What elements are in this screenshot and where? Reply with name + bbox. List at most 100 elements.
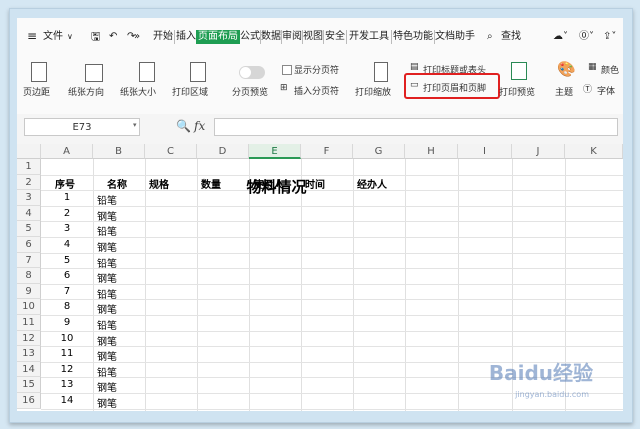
header-footer-icon[interactable]: ▭ [410,80,419,90]
header-cell[interactable]: 名称 [107,176,127,191]
column-header-h[interactable]: H [405,144,458,159]
column-header-j[interactable]: J [512,144,565,159]
cloud-sync-icon[interactable]: ☁˅ [553,30,568,44]
serial-cell[interactable]: 3 [41,223,93,234]
serial-cell[interactable]: 1 [41,192,93,203]
serial-cell[interactable]: 10 [41,333,93,344]
name-cell[interactable]: 钢笔 [97,270,117,285]
page-break-preview-button[interactable]: 分页预览 [232,85,268,98]
name-cell[interactable]: 铅笔 [97,317,117,332]
row-header[interactable]: 3 [17,190,41,206]
print-preview-icon[interactable] [511,62,527,80]
colors-icon[interactable]: ▦ [588,62,597,72]
formula-input[interactable] [214,118,618,136]
select-all-corner[interactable] [17,144,41,159]
serial-cell[interactable]: 7 [41,286,93,297]
row-header[interactable]: 4 [17,205,41,222]
tab-data[interactable]: 数据 [261,30,281,44]
name-cell[interactable]: 铅笔 [97,255,117,270]
tab-formulas[interactable]: 公式 [240,30,260,44]
header-footer-button[interactable]: 打印页眉和页脚 [423,81,486,94]
serial-cell[interactable]: 9 [41,317,93,328]
header-cell[interactable]: 时间 [305,176,325,191]
row-header[interactable]: 11 [17,315,41,331]
search-icon[interactable]: ⌕ [487,30,493,44]
serial-cell[interactable]: 11 [41,348,93,359]
name-cell[interactable]: 钢笔 [97,395,117,410]
column-header-e[interactable]: E [249,144,301,159]
paper-size-icon[interactable] [139,62,155,82]
tab-home[interactable]: 开始 [153,30,173,44]
tab-view[interactable]: 视图 [303,30,323,44]
name-cell[interactable]: 钢笔 [97,239,117,254]
row-header[interactable]: 15 [17,377,41,393]
tab-page-layout[interactable]: 页面布局 [196,30,240,44]
row-header[interactable]: 14 [17,361,41,378]
more-icon[interactable]: » [134,30,140,44]
row-header[interactable]: 8 [17,268,41,284]
column-header-g[interactable]: G [353,144,405,159]
row-header[interactable]: 13 [17,346,41,362]
header-cell[interactable]: 数量 [201,176,221,191]
zoom-icon[interactable]: 🔍 [176,119,191,133]
theme-button[interactable]: 主题 [555,85,573,98]
colors-button[interactable]: 颜色 [601,63,619,76]
row-header[interactable]: 12 [17,330,41,347]
tab-insert[interactable]: 插入 [176,30,196,44]
print-scale-icon[interactable] [374,62,388,82]
column-header-b[interactable]: B [93,144,145,159]
row-header[interactable]: 16 [17,393,41,409]
row-header[interactable]: 6 [17,237,41,253]
serial-cell[interactable]: 14 [41,395,93,406]
margins-icon[interactable] [31,62,47,82]
tab-developer[interactable]: 开发工具 [349,30,389,44]
chevron-down-icon[interactable]: ∨ [67,30,73,44]
serial-cell[interactable]: 6 [41,270,93,281]
row-header[interactable]: 9 [17,283,41,300]
page-break-toggle[interactable] [239,66,265,79]
share-icon[interactable]: ⇪˅ [603,30,616,44]
column-header-d[interactable]: D [197,144,249,159]
name-cell[interactable]: 铅笔 [97,286,117,301]
help-icon[interactable]: ⓪˅ [579,30,594,44]
insert-page-break-button[interactable]: 插入分页符 [294,84,339,97]
tab-review[interactable]: 审阅 [282,30,302,44]
serial-cell[interactable]: 12 [41,364,93,375]
tab-special-features[interactable]: 特色功能 [393,30,433,44]
search-button[interactable]: 查找 [501,30,521,44]
tab-security[interactable]: 安全 [325,30,345,44]
paper-size-button[interactable]: 纸张大小 [120,85,156,98]
name-box-chevron-icon[interactable]: ▾ [133,121,137,129]
palette-icon[interactable]: 🎨 [557,60,576,78]
serial-cell[interactable]: 5 [41,255,93,266]
print-area-button[interactable]: 打印区域 [172,85,208,98]
function-icon[interactable]: fx [194,119,205,133]
name-cell[interactable]: 钢笔 [97,301,117,316]
serial-cell[interactable]: 4 [41,239,93,250]
column-header-i[interactable]: I [458,144,512,159]
orientation-button[interactable]: 纸张方向 [68,85,104,98]
column-header-k[interactable]: K [565,144,623,159]
print-preview-button[interactable]: 打印预览 [499,85,535,98]
name-cell[interactable]: 钢笔 [97,208,117,223]
row-header[interactable]: 10 [17,299,41,315]
row-header[interactable]: 1 [17,159,41,175]
header-cell[interactable]: 经办人 [357,176,387,191]
name-box[interactable]: E73 [24,118,140,136]
tab-doc-assistant[interactable]: 文档助手 [435,30,475,44]
serial-cell[interactable]: 2 [41,208,93,219]
header-cell[interactable]: 使用人 [253,176,283,191]
hamburger-icon[interactable]: ≡ [27,29,37,43]
column-header-c[interactable]: C [145,144,197,159]
header-cell[interactable]: 序号 [55,176,75,191]
name-cell[interactable]: 铅笔 [97,223,117,238]
margins-button[interactable]: 页边距 [23,85,50,98]
name-cell[interactable]: 钢笔 [97,348,117,363]
file-menu[interactable]: 文件 [43,30,63,44]
row-header[interactable]: 2 [17,174,41,191]
print-area-icon[interactable] [190,62,206,82]
print-titles-icon[interactable]: ▤ [410,62,419,72]
print-scale-button[interactable]: 打印缩放 [355,85,391,98]
show-page-breaks-checkbox[interactable] [282,65,292,75]
row-header[interactable]: 7 [17,252,41,269]
